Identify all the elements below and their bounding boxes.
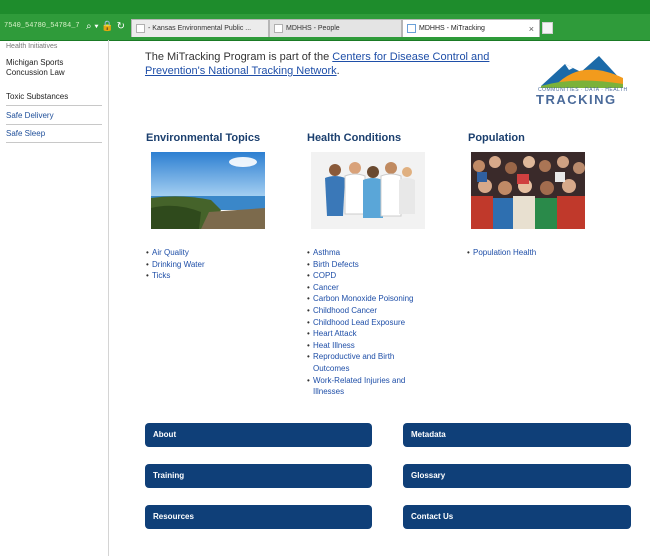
sidebar-divider	[6, 142, 102, 143]
page-icon	[407, 24, 416, 33]
new-tab-button[interactable]	[542, 22, 553, 34]
tab-kansas-environmental[interactable]: - Kansas Environmental Public ...	[131, 19, 269, 37]
page-icon	[136, 24, 145, 33]
window-title-bar	[0, 0, 650, 14]
tab-label: - Kansas Environmental Public ...	[148, 25, 252, 32]
sidebar-item-health-initiatives[interactable]: Health Initiatives	[6, 42, 57, 52]
crowd-photo	[471, 152, 585, 229]
link-copd[interactable]: COPD	[307, 270, 427, 282]
healthcare-workers-photo	[311, 152, 425, 229]
link-heart-attack[interactable]: Heart Attack	[307, 328, 427, 340]
link-heat-illness[interactable]: Heat Illness	[307, 340, 427, 352]
sidebar-item-toxic-substances[interactable]: Toxic Substances	[6, 92, 68, 102]
link-drinking-water[interactable]: Drinking Water	[146, 259, 205, 271]
environmental-topics-list: Air Quality Drinking Water Ticks	[146, 247, 205, 282]
refresh-icon[interactable]: ↻	[117, 21, 125, 32]
sidebar-divider	[6, 105, 102, 106]
about-button[interactable]: About	[145, 423, 372, 447]
link-ticks[interactable]: Ticks	[146, 270, 205, 282]
link-asthma[interactable]: Asthma	[307, 247, 427, 259]
link-childhood-cancer[interactable]: Childhood Cancer	[307, 305, 427, 317]
dropdown-icon[interactable]: ▾	[94, 21, 98, 32]
population-list: Population Health	[467, 247, 536, 259]
lock-icon: 🔒	[101, 21, 114, 32]
health-conditions-heading: Health Conditions	[307, 132, 402, 144]
tab-label: MDHHS - People	[286, 25, 340, 32]
link-population-health[interactable]: Population Health	[467, 247, 536, 259]
search-icon[interactable]: ⌕	[86, 21, 92, 32]
tab-mdhhs-mitracking[interactable]: MDHHS - MiTracking ×	[402, 19, 540, 37]
intro-paragraph: The MiTracking Program is part of the Ce…	[145, 50, 525, 78]
sidebar-item-safe-sleep[interactable]: Safe Sleep	[6, 129, 45, 139]
address-text: 7540_54780_54784_7	[4, 22, 80, 30]
lake-shoreline-photo	[151, 152, 265, 229]
training-button[interactable]: Training	[145, 464, 372, 488]
tab-label: MDHHS - MiTracking	[419, 25, 485, 32]
page-icon	[274, 24, 283, 33]
metadata-button[interactable]: Metadata	[403, 423, 631, 447]
link-childhood-lead-exposure[interactable]: Childhood Lead Exposure	[307, 317, 427, 329]
environmental-topics-heading: Environmental Topics	[146, 132, 261, 144]
resources-button[interactable]: Resources	[145, 505, 372, 529]
link-birth-defects[interactable]: Birth Defects	[307, 259, 427, 271]
intro-end: .	[336, 65, 340, 77]
population-heading: Population	[468, 132, 525, 144]
contact-us-button[interactable]: Contact Us	[403, 505, 631, 529]
link-air-quality[interactable]: Air Quality	[146, 247, 205, 259]
link-work-related-injuries[interactable]: Work-Related Injuries and Illnesses	[307, 375, 427, 398]
left-sidebar: Health Initiatives Michigan Sports Concu…	[0, 40, 109, 556]
health-conditions-list: Asthma Birth Defects COPD Cancer Carbon …	[307, 247, 427, 398]
address-bar-icons: ⌕ ▾ 🔒 ↻	[86, 17, 125, 36]
logo-wordmark: TRACKING	[536, 92, 617, 107]
link-reproductive-birth-outcomes[interactable]: Reproductive and Birth Outcomes	[307, 351, 427, 374]
sidebar-item-sports-concussion[interactable]: Michigan Sports Concussion Law	[6, 58, 102, 78]
tab-bar: 7540_54780_54784_7 ⌕ ▾ 🔒 ↻ - Kansas Envi…	[0, 14, 650, 41]
link-carbon-monoxide-poisoning[interactable]: Carbon Monoxide Poisoning	[307, 293, 427, 305]
glossary-button[interactable]: Glossary	[403, 464, 631, 488]
tab-mdhhs-people[interactable]: MDHHS - People	[269, 19, 402, 37]
sidebar-divider	[6, 124, 102, 125]
intro-text: The MiTracking Program is part of the	[145, 51, 333, 63]
sidebar-item-safe-delivery[interactable]: Safe Delivery	[6, 111, 54, 121]
link-cancer[interactable]: Cancer	[307, 282, 427, 294]
close-tab-icon[interactable]: ×	[529, 20, 534, 37]
